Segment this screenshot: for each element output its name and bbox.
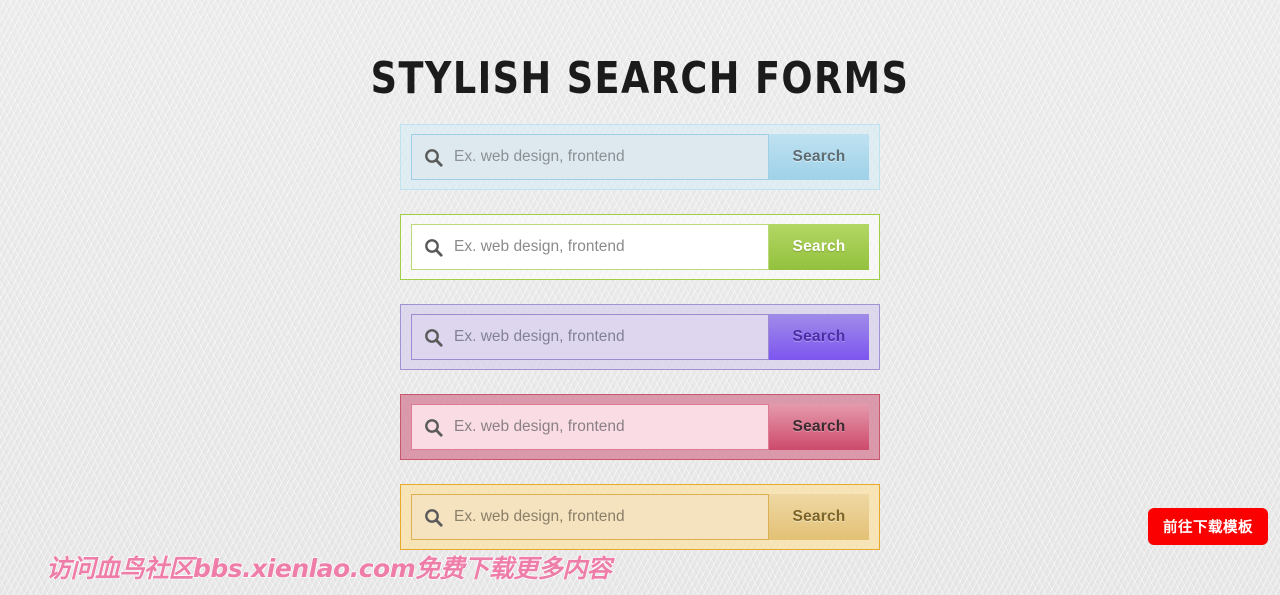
page-title: STYLISH SEARCH FORMS	[370, 53, 910, 105]
search-field-shell-green[interactable]	[411, 224, 769, 270]
search-form-blue: Search	[400, 124, 880, 190]
search-forms-list: Search Search Search	[400, 93, 880, 550]
search-icon	[412, 225, 454, 269]
search-form-purple: Search	[400, 304, 880, 370]
search-button[interactable]: Search	[769, 224, 869, 270]
search-field-shell-pink[interactable]	[411, 404, 769, 450]
search-input[interactable]	[454, 135, 768, 179]
search-field-shell-purple[interactable]	[411, 314, 769, 360]
search-input[interactable]	[454, 225, 768, 269]
search-form-green: Search	[400, 214, 880, 280]
search-button[interactable]: Search	[769, 494, 869, 540]
search-icon	[412, 495, 454, 539]
search-button[interactable]: Search	[769, 134, 869, 180]
search-input[interactable]	[454, 405, 768, 449]
search-icon	[412, 405, 454, 449]
search-field-shell-blue[interactable]	[411, 134, 769, 180]
search-button[interactable]: Search	[769, 404, 869, 450]
search-field-shell-yellow[interactable]	[411, 494, 769, 540]
watermark-text: 访问血鸟社区bbs.xienlao.com免费下载更多内容	[45, 553, 612, 583]
search-button[interactable]: Search	[769, 314, 869, 360]
search-form-pink: Search	[400, 394, 880, 460]
search-input[interactable]	[454, 495, 768, 539]
search-form-yellow: Search	[400, 484, 880, 550]
search-input[interactable]	[454, 315, 768, 359]
search-icon	[412, 315, 454, 359]
download-template-button[interactable]: 前往下载模板	[1148, 508, 1268, 545]
search-icon	[412, 135, 454, 179]
